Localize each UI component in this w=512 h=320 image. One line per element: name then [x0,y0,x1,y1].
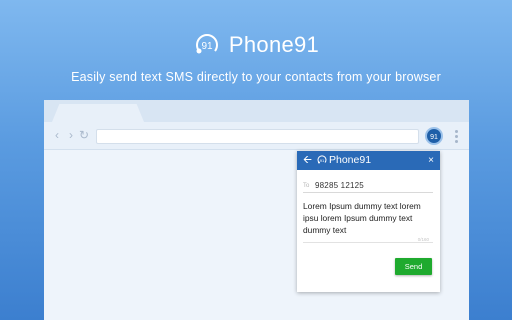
browser-menu-icon[interactable] [455,130,459,145]
brand-name: Phone91 [228,32,320,57]
svg-text:91: 91 [201,41,213,52]
recipient-number[interactable]: 98285 12125 [315,181,364,190]
popup-header: 🡨 91 Phone91 × [297,151,440,170]
to-label: To [303,182,310,189]
reload-icon[interactable]: ↻ [77,128,91,142]
tab-strip [44,100,469,122]
back-nav-icon[interactable]: ‹ [50,128,64,142]
browser-tab[interactable] [52,104,144,122]
message-divider [303,242,433,243]
phone91-logo-icon: 91 [195,34,218,54]
svg-text:91: 91 [430,134,438,141]
sms-popup: 🡨 91 Phone91 × To 98285 12125 Lorem Ipsu… [297,151,440,292]
phone91-extension-icon[interactable]: 91 [425,127,443,145]
recipient-field[interactable]: To 98285 12125 [303,179,433,193]
forward-nav-icon[interactable]: › [64,128,78,142]
message-textarea[interactable]: Lorem Ipsum dummy text lorem ipsu lorem … [303,200,431,236]
address-bar[interactable] [96,129,419,144]
svg-text:91: 91 [320,158,325,163]
browser-toolbar: ‹ › ↻ 91 [44,122,469,150]
phone91-logo-icon: 91 [317,155,327,164]
back-arrow-icon[interactable]: 🡨 [303,153,312,167]
tagline: Easily send text SMS directly to your co… [71,70,441,84]
brand-header: 91 Phone91 [0,32,512,58]
send-button[interactable]: Send [395,258,432,275]
close-icon[interactable]: × [428,154,434,167]
popup-title: Phone91 [329,154,372,166]
